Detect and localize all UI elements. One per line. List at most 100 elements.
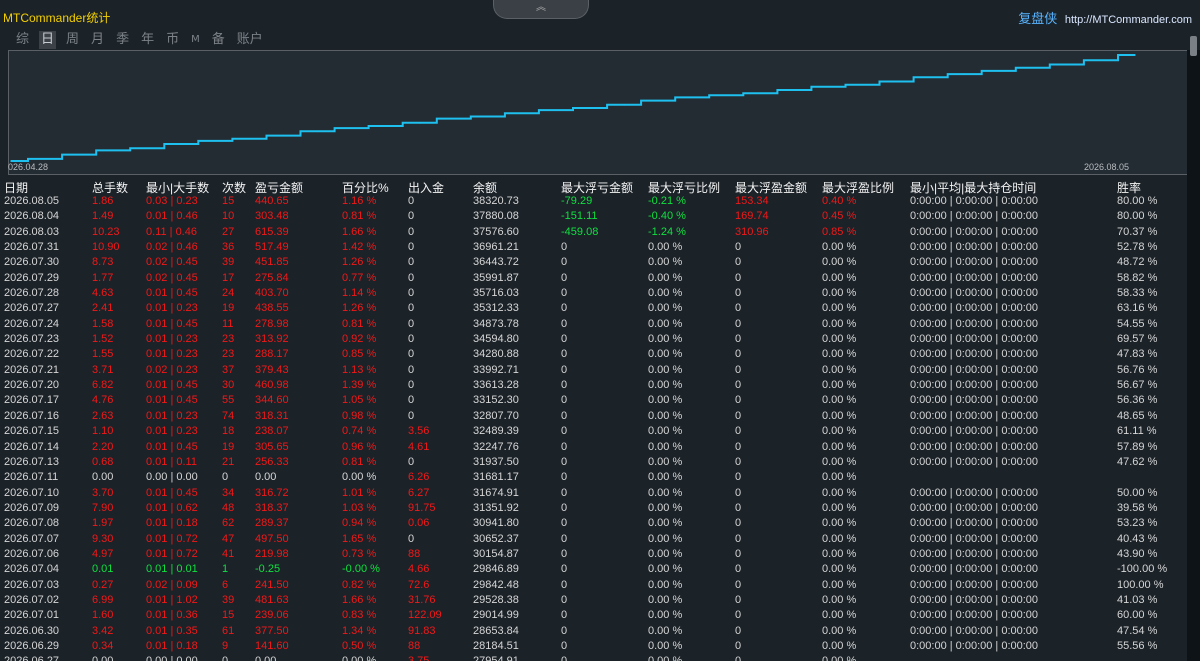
table-row[interactable]: 2026.07.13 0.68 0.01 | 0.11 21 256.33 0.81 % 0… [0,455,1200,470]
equity-point [963,73,966,75]
cell-profit: 0.00 [255,654,276,661]
tab-3[interactable]: 月 [89,31,106,49]
cell-io: 72.6 [408,578,430,591]
table-row[interactable]: 2026.07.28 4.63 0.01 | 0.45 24 403.70 1.14 % 0… [0,286,1200,301]
cell-balance: 34594.80 [473,333,519,346]
table-row[interactable]: 2026.07.16 2.63 0.01 | 0.23 74 318.31 0.98 % 0… [0,409,1200,424]
cell-pct: 1.26 % [342,302,377,315]
tab-8[interactable]: 备 [210,31,227,49]
cell-mlp: -1.24 % [648,225,686,238]
table-row[interactable]: 2026.07.30 8.73 0.02 | 0.45 39 451.85 1.26 % 0… [0,255,1200,270]
table-row[interactable]: 2026.07.07 9.30 0.01 | 0.72 47 497.50 1.65 % 0… [0,532,1200,547]
table-row[interactable]: 2026.07.11 0.00 0.00 | 0.00 0 0.00 0.00 % 6.26… [0,470,1200,485]
scrollbar-thumb[interactable] [1190,36,1197,56]
table-row[interactable]: 2026.07.27 2.41 0.01 | 0.23 19 438.55 1.26 % 0… [0,301,1200,316]
table-row[interactable]: 2026.07.20 6.82 0.01 | 0.45 30 460.98 1.39 % 0… [0,378,1200,393]
cell-mpp: 0.00 % [822,256,857,269]
cell-mpp: 0.00 % [822,425,857,438]
brand-url[interactable]: http://MTCommander.com [1065,14,1192,26]
cell-mpv: 0 [735,547,742,560]
cell-mpv: 310.96 [735,225,769,238]
cell-io: 3.56 [408,425,430,438]
cell-minmax: 0.02 | 0.09 [146,578,198,591]
table-row[interactable]: 2026.08.03 10.23 0.11 | 0.46 27 615.39 1.66 %… [0,225,1200,240]
cell-io: 0.06 [408,517,430,530]
cell-mlv: 0 [561,517,568,530]
cell-count: 41 [222,547,235,560]
table-row[interactable]: 2026.07.17 4.76 0.01 | 0.45 55 344.60 1.05 % 0… [0,393,1200,408]
cell-minmax: 0.00 | 0.00 [146,654,198,661]
tab-6[interactable]: 币 [164,31,181,49]
table-row[interactable]: 2026.06.30 3.42 0.01 | 0.35 61 377.50 1.34 % 9… [0,624,1200,639]
table-row[interactable]: 2026.08.04 1.49 0.01 | 0.46 10 303.48 0.81 % 0… [0,209,1200,224]
cell-balance: 30154.87 [473,547,519,560]
table-row[interactable]: 2026.07.01 1.60 0.01 | 0.36 15 239.06 0.83 % 1… [0,608,1200,623]
cell-lots: 10.90 [92,241,120,254]
tab-4[interactable]: 季 [114,31,131,49]
table-row[interactable]: 2026.07.23 1.52 0.01 | 0.23 23 313.92 0.92 % 0… [0,332,1200,347]
cell-io: 0 [408,532,415,545]
cell-count: 27 [222,225,235,238]
cell-count: 30 [222,379,235,392]
cell-mlv: 0 [561,256,568,269]
tab-7[interactable]: M [189,31,202,49]
cell-minmax: 0.01 | 0.62 [146,501,198,514]
table-row[interactable]: 2026.07.22 1.55 0.01 | 0.23 23 288.17 0.85 % 0… [0,347,1200,362]
cell-lots: 1.55 [92,348,114,361]
cell-mpp: 0.00 % [822,593,857,606]
brand[interactable]: 复盘侠 http://MTCommander.com [1018,8,1192,27]
collapse-toggle[interactable]: ︽ [493,0,589,19]
cell-balance: 35716.03 [473,287,519,300]
table-row[interactable]: 2026.07.02 6.99 0.01 | 1.02 39 481.63 1.66 % 3… [0,593,1200,608]
tab-9[interactable]: 账户 [235,31,265,49]
cell-minmax: 0.02 | 0.45 [146,271,198,284]
table-row[interactable]: 2026.07.10 3.70 0.01 | 0.45 34 316.72 1.01 % 6… [0,486,1200,501]
cell-time: 0:00:00 | 0:00:00 | 0:00:00 [910,195,1039,207]
table-row[interactable]: 2026.07.06 4.97 0.01 | 0.72 41 219.98 0.73 % 8… [0,547,1200,562]
equity-point [78,153,80,156]
cell-balance: 36961.21 [473,241,519,254]
cell-mpv: 0 [735,394,742,407]
cell-mpv: 0 [735,517,742,530]
table-row[interactable]: 2026.06.29 0.34 0.01 | 0.18 9 141.60 0.50 % 88… [0,639,1200,654]
tab-5[interactable]: 年 [139,31,156,49]
cell-win: 47.62 % [1117,455,1158,468]
tab-1[interactable]: 日 [39,31,57,49]
cell-profit: 303.48 [255,210,289,223]
tab-2[interactable]: 周 [64,31,81,49]
table-row[interactable]: 2026.07.08 1.97 0.01 | 0.18 62 289.37 0.94 % 0… [0,516,1200,531]
cell-count: 1 [222,563,229,576]
cell-count: 17 [222,271,235,284]
table-row[interactable]: 2026.07.21 3.71 0.02 | 0.23 37 379.43 1.13 % 0… [0,363,1200,378]
table-row[interactable]: 2026.07.09 7.90 0.01 | 0.62 48 318.37 1.03 % 9… [0,501,1200,516]
tab-0[interactable]: 综 [14,31,31,49]
cell-count: 9 [222,639,229,652]
cell-pct: 0.96 % [342,440,377,453]
cell-date: 2026.07.22 [4,348,60,361]
equity-point [691,96,694,99]
cell-balance: 28184.51 [473,639,519,652]
cell-profit: 241.50 [255,578,289,591]
cell-minmax: 0.01 | 0.45 [146,440,198,453]
table-row[interactable]: 2026.07.03 0.27 0.02 | 0.09 6 241.50 0.82 % 72… [0,578,1200,593]
cell-win: 100.00 % [1117,578,1164,591]
cell-mlp: 0.00 % [648,486,683,499]
table-row[interactable]: 2026.07.31 10.90 0.02 | 0.46 36 517.49 1.42 %… [0,240,1200,255]
cell-win: 53.23 % [1117,517,1158,530]
cell-mpp: 0.00 % [822,394,857,407]
cell-profit: 318.37 [255,501,289,514]
cell-balance: 31937.50 [473,455,519,468]
table-row[interactable]: 2026.07.14 2.20 0.01 | 0.45 19 305.65 0.96 % 4… [0,440,1200,455]
equity-point [521,112,523,115]
table-row[interactable]: 2026.07.24 1.58 0.01 | 0.45 11 278.98 0.81 % 0… [0,317,1200,332]
table-row[interactable]: 2026.07.15 1.10 0.01 | 0.23 18 238.07 0.74 % 3… [0,424,1200,439]
table-row[interactable]: 2026.07.29 1.77 0.02 | 0.45 17 275.84 0.77 % 0… [0,271,1200,286]
cell-mlv: 0 [561,578,568,591]
cell-mpv: 0 [735,256,742,269]
table-row[interactable]: 2026.08.05 1.86 0.03 | 0.23 15 440.65 1.16 % 0… [0,194,1200,209]
cell-minmax: 0.01 | 0.01 [146,563,198,576]
table-row[interactable]: 2026.07.04 0.01 0.01 | 0.01 1 -0.25 -0.00 % 4.… [0,562,1200,577]
table-row[interactable]: 2026.06.27 0.00 0.00 | 0.00 0 0.00 0.00 % 3.75… [0,654,1200,661]
cell-date: 2026.08.04 [4,210,60,223]
cell-win: 56.76 % [1117,363,1158,376]
